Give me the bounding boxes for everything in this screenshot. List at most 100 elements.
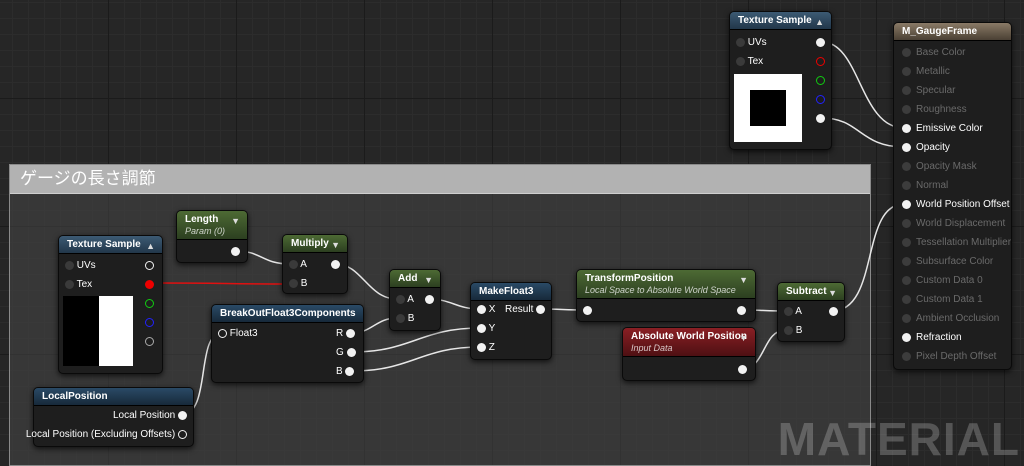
collapse-arrow-icon[interactable]: ▲ <box>815 17 824 27</box>
material-input-pin[interactable] <box>902 199 911 209</box>
material-input-pin[interactable] <box>902 256 911 266</box>
material-input-row[interactable]: Ambient Occlusion <box>902 310 999 328</box>
collapse-arrow-icon[interactable]: ▼ <box>331 240 340 250</box>
b-input-pin[interactable] <box>289 278 298 288</box>
material-input-label: World Displacement <box>916 218 1006 229</box>
material-input-pin[interactable] <box>902 161 911 171</box>
material-input-row[interactable]: World Displacement <box>902 215 1005 233</box>
material-input-pin[interactable] <box>902 294 911 304</box>
b-output-pin[interactable] <box>816 94 825 104</box>
node-transform-position[interactable]: TransformPosition Local Space to Absolute… <box>576 269 756 322</box>
y-input-pin[interactable] <box>477 323 486 333</box>
rgb-output-pin[interactable] <box>145 260 154 270</box>
material-input-row[interactable]: Custom Data 0 <box>902 272 983 290</box>
r-output-pin[interactable] <box>145 279 154 289</box>
x-input-pin[interactable] <box>477 304 486 314</box>
material-input-row[interactable]: Emissive Color <box>902 120 983 138</box>
a-input-pin[interactable] <box>289 259 298 269</box>
g-output-pin[interactable] <box>145 298 154 308</box>
material-input-pin[interactable] <box>902 47 911 57</box>
material-input-pin[interactable] <box>902 332 911 342</box>
material-input-pin[interactable] <box>902 351 911 361</box>
collapse-arrow-icon[interactable]: ▼ <box>739 333 748 343</box>
material-input-row[interactable]: Tessellation Multiplier <box>902 234 1011 252</box>
material-input-pin[interactable] <box>902 85 911 95</box>
output-pin[interactable] <box>425 294 434 304</box>
b-input-pin[interactable] <box>396 313 405 323</box>
g-output-pin[interactable] <box>816 75 825 85</box>
material-input-pin[interactable] <box>902 218 911 228</box>
r-output-pin[interactable] <box>816 56 825 66</box>
pin-label: Tex <box>76 279 93 290</box>
output-pin[interactable] <box>331 259 340 269</box>
material-input-row[interactable]: Pixel Depth Offset <box>902 348 996 366</box>
material-input-row[interactable]: Opacity Mask <box>902 158 977 176</box>
g-output-pin[interactable] <box>346 347 356 357</box>
material-input-row[interactable]: Normal <box>902 177 948 195</box>
result-output-pin[interactable] <box>536 304 546 314</box>
output-pin[interactable] <box>738 364 747 374</box>
material-input-pin[interactable] <box>902 180 911 190</box>
node-breakout-float3[interactable]: BreakOutFloat3Components Float3 R G B <box>211 304 364 383</box>
alpha-output-pin[interactable] <box>816 113 825 123</box>
alpha-output-pin[interactable] <box>145 336 154 346</box>
output-pin[interactable] <box>737 305 746 315</box>
b-output-pin[interactable] <box>145 317 154 327</box>
material-input-pin[interactable] <box>902 104 911 114</box>
r-output-pin[interactable] <box>346 328 356 338</box>
rgb-output-pin[interactable] <box>816 37 825 47</box>
node-subtitle: Local Space to Absolute World Space <box>585 285 736 295</box>
material-input-row[interactable]: Roughness <box>902 101 967 119</box>
pin-label: Result <box>505 304 534 315</box>
b-output-pin[interactable] <box>345 366 355 376</box>
a-input-pin[interactable] <box>784 306 793 316</box>
collapse-arrow-icon[interactable]: ▼ <box>828 288 837 298</box>
collapse-arrow-icon[interactable]: ▲ <box>146 241 155 251</box>
collapse-arrow-icon[interactable]: ▼ <box>739 275 748 285</box>
material-input-pin[interactable] <box>902 313 911 323</box>
comment-title[interactable]: ゲージの長さ調節 <box>10 165 870 194</box>
node-makefloat3[interactable]: MakeFloat3 X Y Z Result <box>470 282 552 360</box>
pin-label: R <box>336 328 344 339</box>
node-texture-sample-left[interactable]: Texture Sample ▲ UVs Tex <box>58 235 163 374</box>
node-local-position[interactable]: LocalPosition Local Position Local Posit… <box>26 387 194 447</box>
tex-input-pin[interactable] <box>736 56 745 66</box>
node-absolute-world-position[interactable]: Absolute World Position Input Data ▼ <box>622 327 756 381</box>
node-add[interactable]: Add ▼ A B <box>389 269 441 331</box>
material-input-pin[interactable] <box>902 123 911 133</box>
input-pin[interactable] <box>583 305 592 315</box>
local-position-excl-offsets-output-pin[interactable] <box>178 429 187 439</box>
a-input-pin[interactable] <box>396 294 405 304</box>
output-pin[interactable] <box>231 246 240 256</box>
material-input-pin[interactable] <box>902 275 911 285</box>
output-pin[interactable] <box>829 306 838 316</box>
material-input-pin[interactable] <box>902 142 911 152</box>
z-input-pin[interactable] <box>477 342 486 352</box>
node-length-param[interactable]: Length Param (0) ▼ <box>176 210 248 263</box>
collapse-arrow-icon[interactable]: ▼ <box>231 216 240 226</box>
material-input-row[interactable]: Specular <box>902 82 955 100</box>
material-input-row[interactable]: Base Color <box>902 44 965 62</box>
tex-input-pin[interactable] <box>65 279 74 289</box>
material-input-label: Custom Data 0 <box>916 275 983 286</box>
b-input-pin[interactable] <box>784 325 793 335</box>
pin-label: B <box>407 313 415 324</box>
material-input-row[interactable]: Opacity <box>902 139 950 157</box>
node-material-result[interactable]: M_GaugeFrame Base Color Metallic Specular R… <box>893 22 1012 370</box>
collapse-arrow-icon[interactable]: ▼ <box>424 275 433 285</box>
material-input-row[interactable]: Custom Data 1 <box>902 291 983 309</box>
material-input-row[interactable]: Metallic <box>902 63 950 81</box>
node-multiply[interactable]: Multiply ▼ A B <box>282 234 348 294</box>
uvs-input-pin[interactable] <box>736 37 745 47</box>
material-input-pin[interactable] <box>902 66 911 76</box>
material-input-row[interactable]: Subsurface Color <box>902 253 993 271</box>
material-input-row[interactable]: World Position Offset <box>902 196 1010 214</box>
material-input-pin[interactable] <box>902 237 911 247</box>
node-subtract[interactable]: Subtract ▼ A B <box>777 282 845 342</box>
float3-input-pin[interactable] <box>218 328 227 338</box>
node-texture-sample-top[interactable]: Texture Sample ▲ UVs Tex <box>729 11 832 150</box>
uvs-input-pin[interactable] <box>65 260 74 270</box>
local-position-output-pin[interactable] <box>178 410 187 420</box>
material-input-label: Specular <box>916 85 956 96</box>
material-input-row[interactable]: Refraction <box>902 329 962 347</box>
